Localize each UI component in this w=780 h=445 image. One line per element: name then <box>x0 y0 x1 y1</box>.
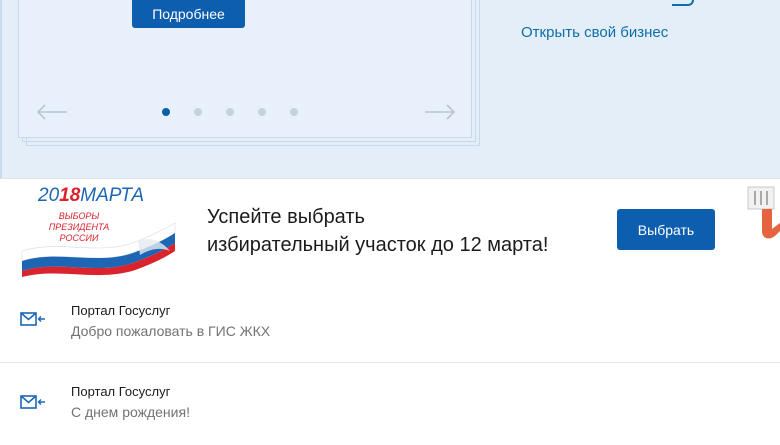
mail-arrow-icon <box>20 312 45 326</box>
clipped-link-fragment <box>672 0 694 6</box>
notification-sender: Портал Госуслуг <box>71 384 171 399</box>
open-business-link[interactable]: Открыть свой бизнес <box>521 24 668 41</box>
slider-card <box>18 0 472 138</box>
election-banner: 2018МАРТА ВЫБОРЫ ПРЕЗИДЕНТА РОССИИ Успей… <box>0 178 780 282</box>
hero-edge <box>0 0 2 178</box>
election-logo: 2018МАРТА ВЫБОРЫ ПРЕЗИДЕНТА РОССИИ <box>20 183 180 277</box>
notification-item[interactable]: Портал Госуслуг С днем рождения! <box>0 362 780 445</box>
choose-button[interactable]: Выбрать <box>617 209 715 250</box>
banner-message: Успейте выбрать избирательный участок до… <box>207 206 549 256</box>
slider-dot-5[interactable] <box>290 108 298 116</box>
more-button[interactable]: Подробнее <box>132 0 245 28</box>
hero-section: Подробнее Открыть свой бизнес <box>0 0 780 178</box>
logo-date: 2018МАРТА <box>38 185 145 206</box>
notification-sender: Портал Госуслуг <box>71 303 171 318</box>
slider-dot-1[interactable] <box>162 108 170 116</box>
notification-text: Добро пожаловать в ГИС ЖКХ <box>71 323 271 339</box>
slider-dot-4[interactable] <box>258 108 266 116</box>
arrow-left-icon[interactable] <box>36 103 68 121</box>
ballot-box-icon <box>747 186 780 239</box>
slider-dot-2[interactable] <box>194 108 202 116</box>
mail-arrow-icon <box>20 395 45 409</box>
notification-text: С днем рождения! <box>71 404 190 420</box>
russian-flag-ribbon-icon <box>21 222 176 277</box>
slider-dot-3[interactable] <box>226 108 234 116</box>
notification-item[interactable]: Портал Госуслуг Добро пожаловать в ГИС Ж… <box>0 281 780 363</box>
slider-pagination <box>162 108 298 116</box>
arrow-right-icon[interactable] <box>424 103 456 121</box>
